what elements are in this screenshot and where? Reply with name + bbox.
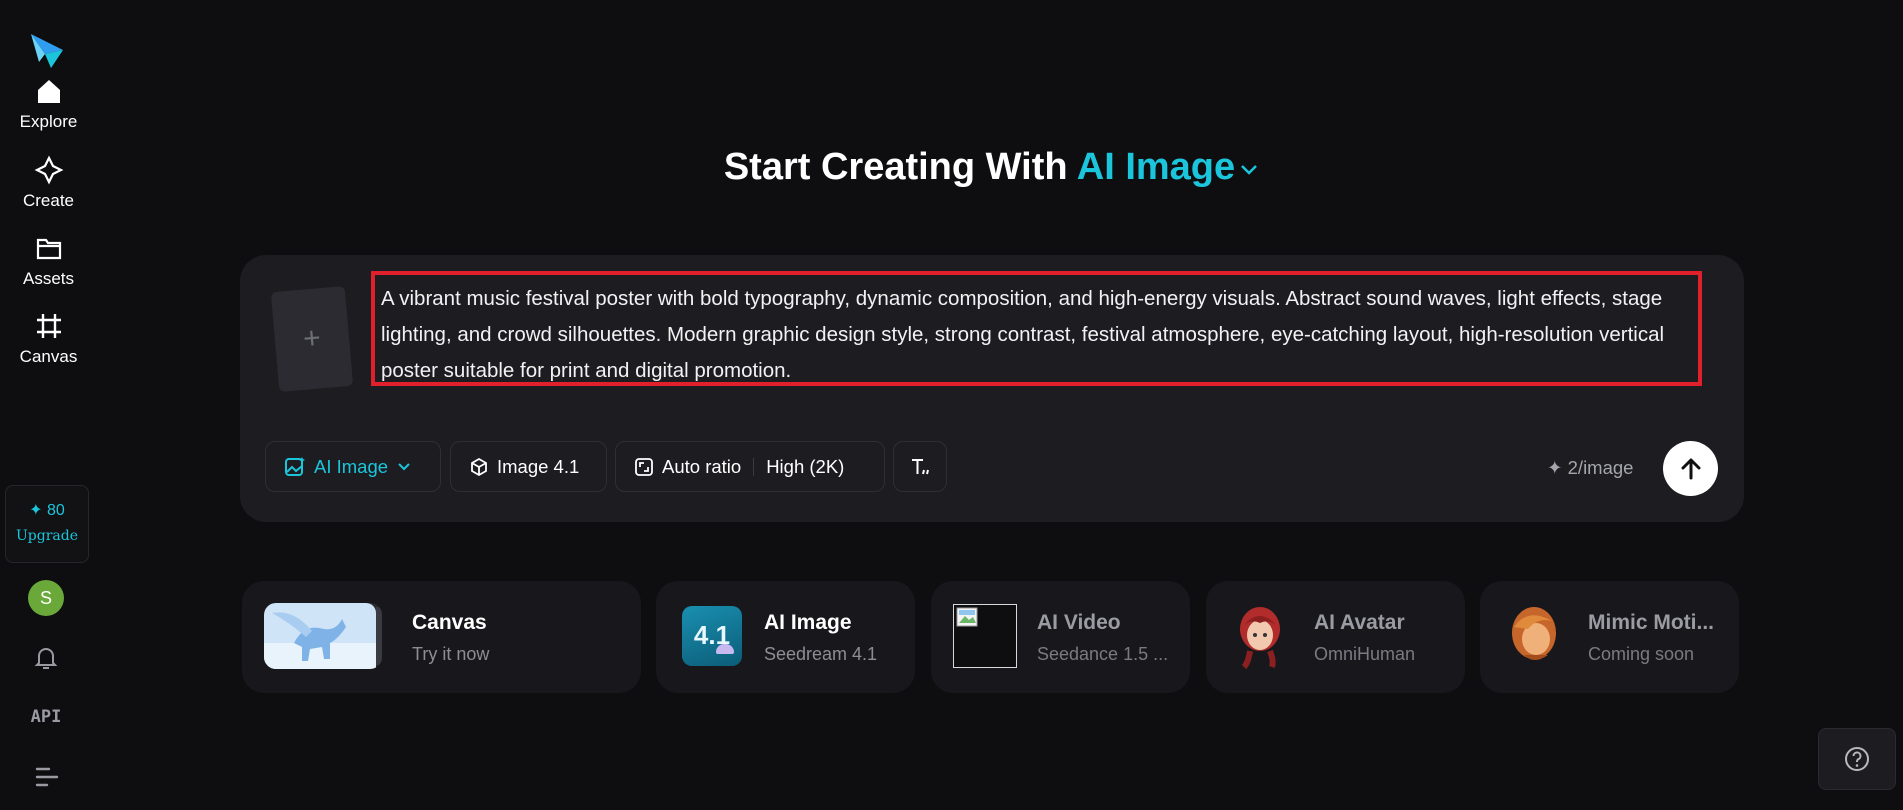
upload-image-button[interactable]: +: [270, 285, 354, 393]
mode-selector[interactable]: AI Image: [1077, 146, 1259, 188]
image-sparkle-icon: [285, 456, 305, 476]
broken-image-icon: [956, 607, 978, 627]
canvas-thumbnail: [264, 603, 382, 669]
ai-image-thumbnail: 4.1: [682, 606, 742, 666]
model-label: Image 4.1: [497, 455, 580, 477]
crop-icon: [36, 314, 61, 338]
ai-video-thumbnail: [953, 604, 1017, 668]
mode-card-ai-video[interactable]: AI Video Seedance 1.5 ...: [931, 581, 1190, 693]
mode-card-ai-avatar[interactable]: AI Avatar OmniHuman: [1206, 581, 1465, 693]
mode-subtitle: Seedream 4.1: [764, 644, 878, 664]
avatar[interactable]: S: [28, 580, 64, 616]
prompt-card: + A vibrant music festival poster with b…: [240, 255, 1744, 522]
nav-assets-label: Assets: [22, 269, 75, 288]
api-link[interactable]: API: [0, 707, 92, 727]
upgrade-label: Upgrade: [15, 528, 78, 544]
mode-subtitle: Try it now: [412, 644, 490, 664]
chevron-down-icon: [1241, 165, 1258, 175]
mode-title: AI Avatar: [1314, 611, 1405, 634]
mode-title: AI Image: [764, 611, 852, 634]
menu-icon[interactable]: [33, 764, 61, 790]
cube-icon: [471, 457, 487, 476]
generate-button[interactable]: [1663, 441, 1718, 496]
title-mode: AI Image: [1076, 146, 1236, 188]
upgrade-button[interactable]: ✦ 80 Upgrade: [5, 485, 89, 563]
chevron-down-icon: [398, 462, 410, 470]
mushroom-icon: [716, 644, 734, 654]
nav-assets[interactable]: Assets: [0, 233, 97, 289]
logo-icon[interactable]: [29, 32, 65, 72]
mode-card-canvas[interactable]: Canvas Try it now: [242, 581, 641, 693]
quality-label: High (2K): [766, 455, 845, 477]
arrow-up-icon: [1681, 458, 1700, 479]
nav-canvas[interactable]: Canvas: [0, 311, 97, 367]
sidebar: Explore Create Assets Canvas ✦ 80 Upgrad…: [0, 0, 97, 810]
nav-explore-label: Explore: [19, 112, 78, 131]
mode-card-mimic-motion[interactable]: Mimic Moti... Coming soon: [1480, 581, 1739, 693]
nav-explore[interactable]: Explore: [0, 76, 97, 132]
mode-card-ai-image[interactable]: 4.1 AI Image Seedream 4.1: [656, 581, 915, 693]
text-quote-icon: [912, 458, 929, 474]
divider: [753, 457, 755, 476]
nav-create-label: Create: [22, 191, 75, 210]
pegasus-image: [264, 603, 382, 669]
avatar-character-image: [1240, 607, 1280, 669]
nav-canvas-label: Canvas: [19, 347, 78, 366]
ratio-quality-selector[interactable]: Auto ratio High (2K): [615, 441, 885, 492]
question-icon: [1845, 747, 1869, 771]
folder-icon: [36, 238, 61, 260]
model-selector[interactable]: Image 4.1: [450, 441, 607, 492]
home-icon: [37, 80, 60, 103]
title-prefix: Start Creating With: [723, 146, 1068, 188]
mode-subtitle: Coming soon: [1588, 644, 1695, 664]
mode-dropdown[interactable]: AI Image: [265, 441, 441, 492]
mode-title: Mimic Moti...: [1588, 611, 1714, 634]
mimic-motion-thumbnail: [1504, 603, 1564, 669]
mode-title: Canvas: [412, 611, 487, 634]
mode-title: AI Video: [1037, 611, 1121, 634]
aspect-ratio-icon: [635, 457, 653, 476]
mode-subtitle: Seedance 1.5 ...: [1037, 644, 1169, 664]
text-style-button[interactable]: [893, 441, 947, 492]
ratio-label: Auto ratio: [662, 455, 742, 477]
mode-dropdown-label: AI Image: [314, 455, 389, 477]
thumbnail-version: 4.1: [693, 620, 731, 650]
bell-icon[interactable]: [31, 643, 61, 673]
credits-count: ✦ 80: [29, 502, 65, 519]
mimic-character-image: [1512, 607, 1556, 660]
cost-per-image: ✦ 2/image: [1547, 457, 1634, 478]
mode-subtitle: OmniHuman: [1314, 644, 1416, 664]
ai-avatar-thumbnail: [1230, 603, 1290, 669]
prompt-input[interactable]: A vibrant music festival poster with bol…: [371, 271, 1702, 386]
page-title: Start Creating With AI Image: [0, 146, 1903, 189]
help-button[interactable]: [1818, 728, 1896, 790]
